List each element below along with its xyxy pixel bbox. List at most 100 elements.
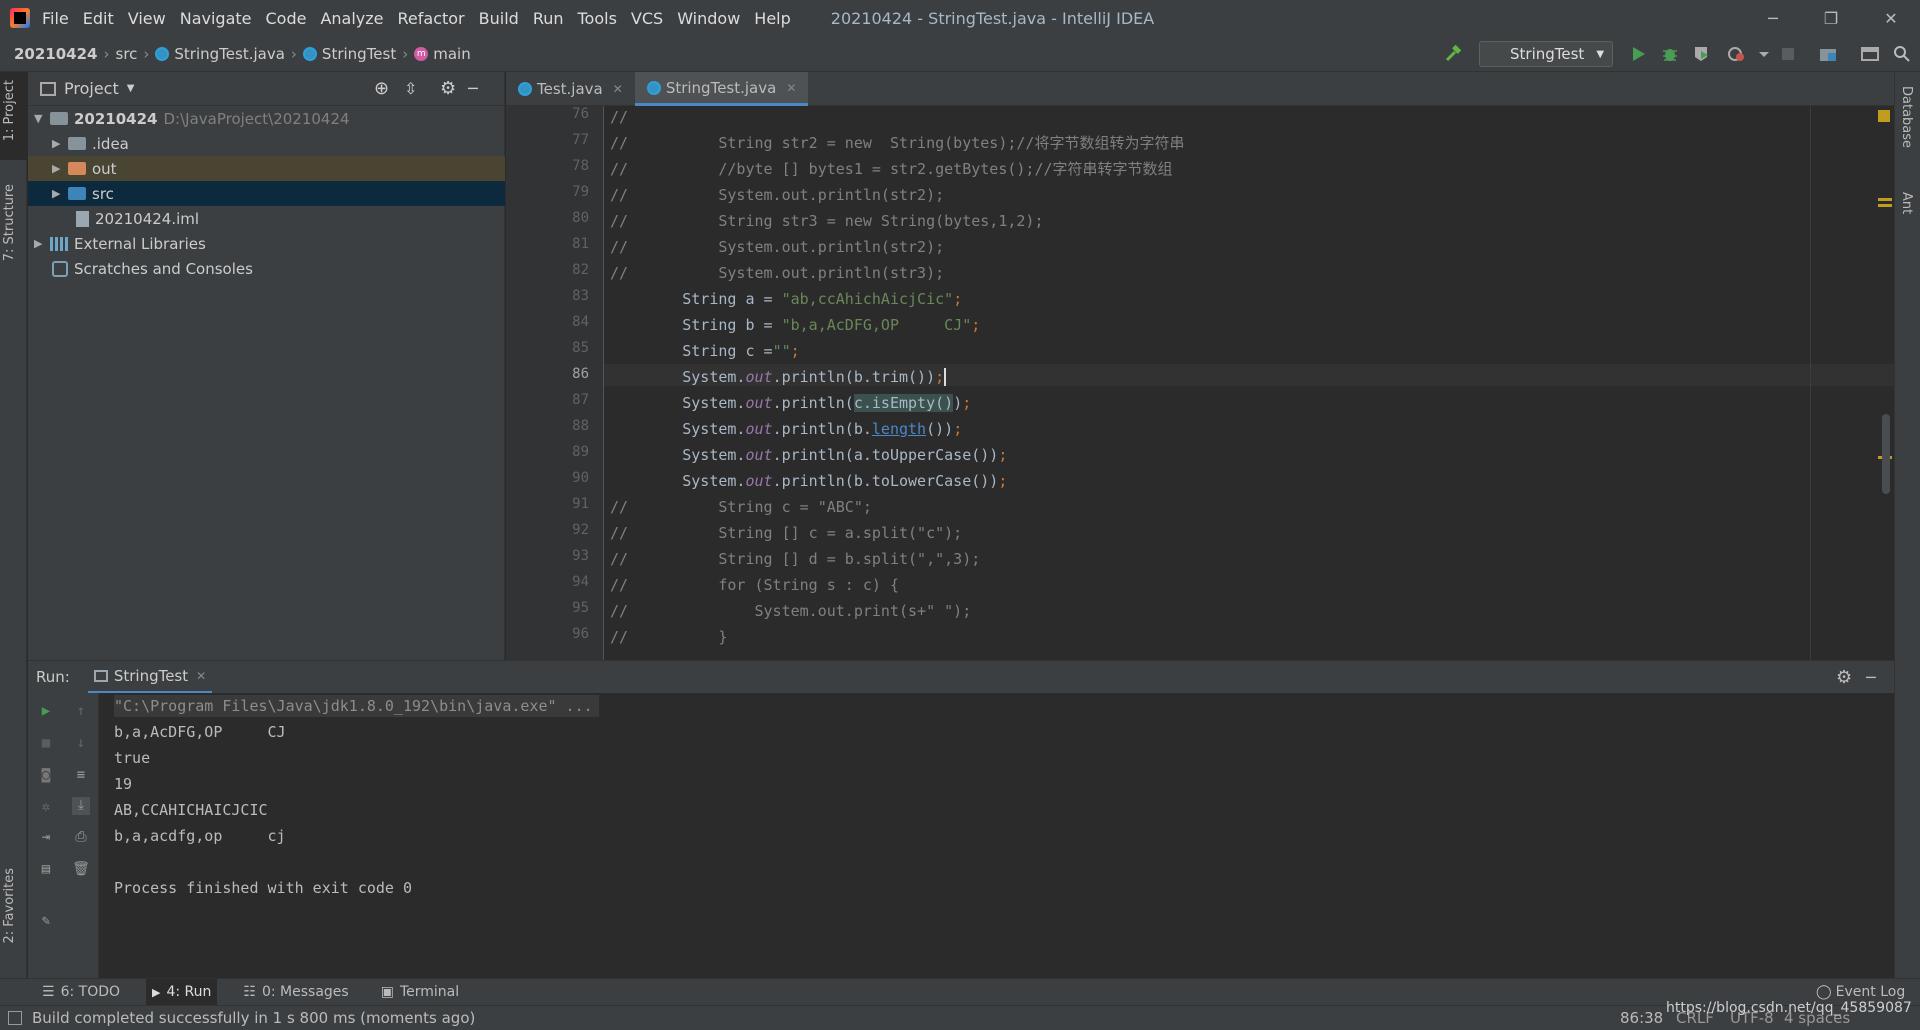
debug-settings-icon[interactable]: ✲ xyxy=(37,799,55,817)
layout-icon[interactable]: ▤ xyxy=(37,861,55,879)
crumb-method[interactable]: m main xyxy=(414,45,471,63)
menu-tools[interactable]: Tools xyxy=(578,9,617,28)
scroll-to-end-icon[interactable]: ⤓ xyxy=(72,797,90,815)
tool-tab-terminal[interactable]: ▣ Terminal xyxy=(375,979,465,1006)
menu-analyze[interactable]: Analyze xyxy=(320,9,383,28)
line-number: 91 xyxy=(572,496,589,512)
class-icon xyxy=(518,82,532,96)
more-run-options-icon[interactable] xyxy=(1754,44,1774,64)
print-icon[interactable]: ⎙ xyxy=(72,829,90,847)
tool-tab-database[interactable]: Database xyxy=(1899,86,1914,148)
tree-item-idea[interactable]: ▶ .idea xyxy=(28,131,505,156)
restore-icon[interactable]: ❐ xyxy=(1802,0,1860,36)
search-everywhere-icon[interactable] xyxy=(1892,44,1912,64)
code-editor[interactable]: 76 77 78 79 80 81 82 83 84 85 86 87 88 8… xyxy=(506,106,1894,660)
terminal-icon: ▣ xyxy=(380,984,394,1000)
line-number: 85 xyxy=(572,340,589,356)
gear-icon[interactable]: ⚙ xyxy=(1836,667,1852,688)
menu-view[interactable]: View xyxy=(128,9,166,28)
line-number: 82 xyxy=(572,262,589,278)
run-tab-stringtest[interactable]: StringTest ✕ xyxy=(87,661,213,694)
run-icon[interactable] xyxy=(1628,44,1648,64)
menu-file[interactable]: File xyxy=(42,9,69,28)
camera-icon[interactable]: ◙ xyxy=(37,767,55,785)
run-tab-label: StringTest xyxy=(113,666,189,685)
toggle-tool-windows-icon[interactable] xyxy=(8,1011,22,1025)
crumb-project[interactable]: 20210424 xyxy=(14,45,98,63)
line-number: 79 xyxy=(572,184,589,200)
coverage-icon[interactable] xyxy=(1692,44,1712,64)
tree-item-external-libraries[interactable]: ▶ External Libraries xyxy=(28,231,505,256)
project-structure-icon[interactable] xyxy=(1818,44,1838,64)
project-panel-title[interactable]: Project xyxy=(64,79,119,98)
presentation-mode-icon[interactable] xyxy=(1860,44,1880,64)
collapsed-arrow-icon[interactable]: ▶ xyxy=(34,237,50,250)
profile-icon[interactable] xyxy=(1726,44,1746,64)
locate-file-icon[interactable]: ⊕ xyxy=(374,78,389,99)
arrow-down-icon[interactable]: ↓ xyxy=(72,735,90,753)
caret-position[interactable]: 86:38 xyxy=(1620,1009,1663,1027)
menu-refactor[interactable]: Refactor xyxy=(398,9,465,28)
editor-scrollbar-thumb[interactable] xyxy=(1882,414,1890,494)
rerun-icon[interactable]: ▶ xyxy=(37,703,55,721)
excluded-folder-icon xyxy=(68,162,86,175)
arrow-up-icon[interactable]: ↑ xyxy=(72,703,90,721)
run-configuration-select[interactable]: StringTest ▼ xyxy=(1479,41,1613,67)
tool-tab-structure[interactable]: 7: Structure xyxy=(2,184,17,261)
tree-item-src[interactable]: ▶ src xyxy=(28,181,505,206)
menu-help[interactable]: Help xyxy=(754,9,790,28)
tool-tab-run[interactable]: ▶ 4: Run xyxy=(146,978,218,1006)
hide-panel-icon[interactable]: ─ xyxy=(468,79,478,98)
tree-item-out[interactable]: ▶ out xyxy=(28,156,505,181)
collapsed-arrow-icon[interactable]: ▶ xyxy=(52,187,68,200)
exit-icon[interactable]: ⇥ xyxy=(37,829,55,847)
collapse-all-icon[interactable]: ⇳ xyxy=(404,79,417,98)
warning-stripe-mark[interactable] xyxy=(1878,198,1892,201)
menu-build[interactable]: Build xyxy=(479,9,519,28)
code-line-93: // String [] d = b.split(",",3); xyxy=(610,550,981,568)
inspection-warning-icon[interactable] xyxy=(1878,110,1890,122)
chevron-right-icon: › xyxy=(402,44,409,63)
close-icon[interactable]: ✕ xyxy=(1862,0,1920,36)
tool-tab-ant[interactable]: Ant xyxy=(1899,192,1914,214)
stop-icon[interactable] xyxy=(1778,44,1798,64)
tool-tab-project[interactable]: 1: Project xyxy=(2,80,17,141)
run-console[interactable]: ▶ ■ ◙ ✲ ⇥ ▤ ✎ ↑ ↓ ≡ ⤓ ⎙ 🗑 "C:\Program Fi… xyxy=(28,693,1894,978)
minimize-icon[interactable]: ─ xyxy=(1744,0,1802,36)
close-tab-icon[interactable]: ✕ xyxy=(786,81,796,95)
crumb-src[interactable]: src xyxy=(116,45,138,63)
menu-edit[interactable]: Edit xyxy=(83,9,114,28)
trash-icon[interactable]: 🗑 xyxy=(72,861,90,879)
menu-window[interactable]: Window xyxy=(677,9,740,28)
crumb-file[interactable]: StringTest.java xyxy=(155,45,285,63)
tab-stringtest-java[interactable]: StringTest.java ✕ xyxy=(634,72,809,106)
crumb-class[interactable]: StringTest xyxy=(302,45,396,63)
tree-item-project-root[interactable]: ▼ 20210424 D:\JavaProject\20210424 xyxy=(28,106,505,131)
tree-item-iml[interactable]: 20210424.iml xyxy=(28,206,505,231)
tool-tab-favorites[interactable]: 2: Favorites xyxy=(2,868,17,944)
collapsed-arrow-icon[interactable]: ▶ xyxy=(52,162,68,175)
debug-icon[interactable] xyxy=(1660,44,1680,64)
menu-code[interactable]: Code xyxy=(266,9,307,28)
tree-item-label: .idea xyxy=(92,134,129,153)
gear-icon[interactable]: ⚙ xyxy=(440,78,456,99)
warning-stripe-mark[interactable] xyxy=(1878,204,1892,207)
close-tab-icon[interactable]: ✕ xyxy=(196,669,206,683)
menu-run[interactable]: Run xyxy=(533,9,564,28)
tree-item-scratches[interactable]: Scratches and Consoles xyxy=(28,256,505,281)
menu-navigate[interactable]: Navigate xyxy=(180,9,252,28)
stop-icon[interactable]: ■ xyxy=(37,735,55,753)
pin-icon[interactable]: ✎ xyxy=(37,913,55,931)
tool-tab-messages[interactable]: ☷ 0: Messages xyxy=(237,979,354,1006)
hide-panel-icon[interactable]: ─ xyxy=(1866,668,1876,687)
class-icon xyxy=(155,46,170,61)
expanded-arrow-icon[interactable]: ▼ xyxy=(34,112,50,125)
chevron-down-icon[interactable]: ▼ xyxy=(127,83,135,94)
tool-tab-todo[interactable]: ☰ 6: TODO xyxy=(36,979,126,1006)
menu-vcs[interactable]: VCS xyxy=(631,9,663,28)
build-hammer-icon[interactable] xyxy=(1443,44,1463,64)
close-tab-icon[interactable]: ✕ xyxy=(613,82,623,96)
soft-wrap-icon[interactable]: ≡ xyxy=(72,767,90,785)
tab-test-java[interactable]: Test.java ✕ xyxy=(506,72,635,106)
collapsed-arrow-icon[interactable]: ▶ xyxy=(52,137,68,150)
